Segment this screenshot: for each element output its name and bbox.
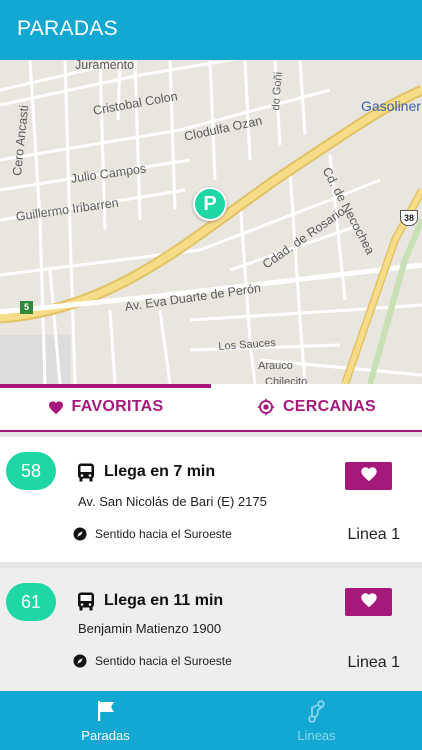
map-view[interactable]: Juramento Cristobal Colon Clodulfa Ozan …: [0, 60, 422, 384]
stop-card[interactable]: 58 Llega en 7 min Av. San Nicolás de Bar…: [0, 437, 422, 562]
heart-icon: [48, 400, 64, 415]
tab-favoritas-label: FAVORITAS: [71, 398, 164, 415]
nav-lineas-label: Lineas: [297, 728, 336, 743]
page-title: PARADAS: [17, 17, 118, 40]
stop-address: Benjamin Matienzo 1900: [78, 621, 222, 636]
heart-icon: [360, 466, 378, 487]
bus-icon: [77, 592, 95, 616]
poi-label: Gasoliner: [361, 98, 421, 114]
favorite-button[interactable]: [345, 588, 392, 616]
tab-bar: FAVORITAS CERCANAS: [0, 384, 422, 432]
stop-address: Av. San Nicolás de Bari (E) 2175: [78, 494, 267, 509]
street-label: Arauco: [258, 360, 293, 372]
street-label: Chilecito: [265, 376, 308, 384]
route-icon: [306, 700, 328, 729]
stop-card[interactable]: 61 Llega en 11 min Benjamin Matienzo 190…: [0, 568, 422, 693]
route-shield: 5: [20, 301, 33, 314]
flag-icon: [96, 700, 116, 727]
street-label: Juramento: [75, 60, 135, 72]
stop-pin[interactable]: P: [193, 187, 227, 221]
direction-text: Sentido hacia el Suroeste: [95, 654, 232, 668]
location-target-icon: [257, 398, 275, 416]
nav-paradas[interactable]: Paradas: [0, 691, 211, 750]
app-bar: PARADAS: [0, 0, 422, 60]
arrival-time: Llega en 11 min: [104, 592, 224, 609]
bottom-nav: Paradas Lineas: [0, 691, 422, 750]
compass-icon: [73, 654, 87, 673]
tab-cercanas[interactable]: CERCANAS: [211, 384, 422, 430]
heart-icon: [360, 592, 378, 613]
nav-lineas[interactable]: Lineas: [211, 691, 422, 750]
favorite-button[interactable]: [345, 462, 392, 490]
tab-favoritas[interactable]: FAVORITAS: [0, 384, 211, 430]
stop-number-badge: 61: [6, 583, 56, 621]
line-label: Linea 1: [347, 526, 401, 543]
nav-paradas-label: Paradas: [81, 728, 130, 743]
route-shield: 38: [400, 210, 418, 226]
tab-cercanas-label: CERCANAS: [282, 398, 377, 415]
direction-text: Sentido hacia el Suroeste: [95, 527, 232, 541]
line-label: Linea 1: [347, 654, 401, 671]
stop-number-badge: 58: [6, 452, 56, 490]
arrival-time: Llega en 7 min: [104, 463, 216, 480]
compass-icon: [73, 527, 87, 546]
bus-icon: [77, 463, 95, 487]
